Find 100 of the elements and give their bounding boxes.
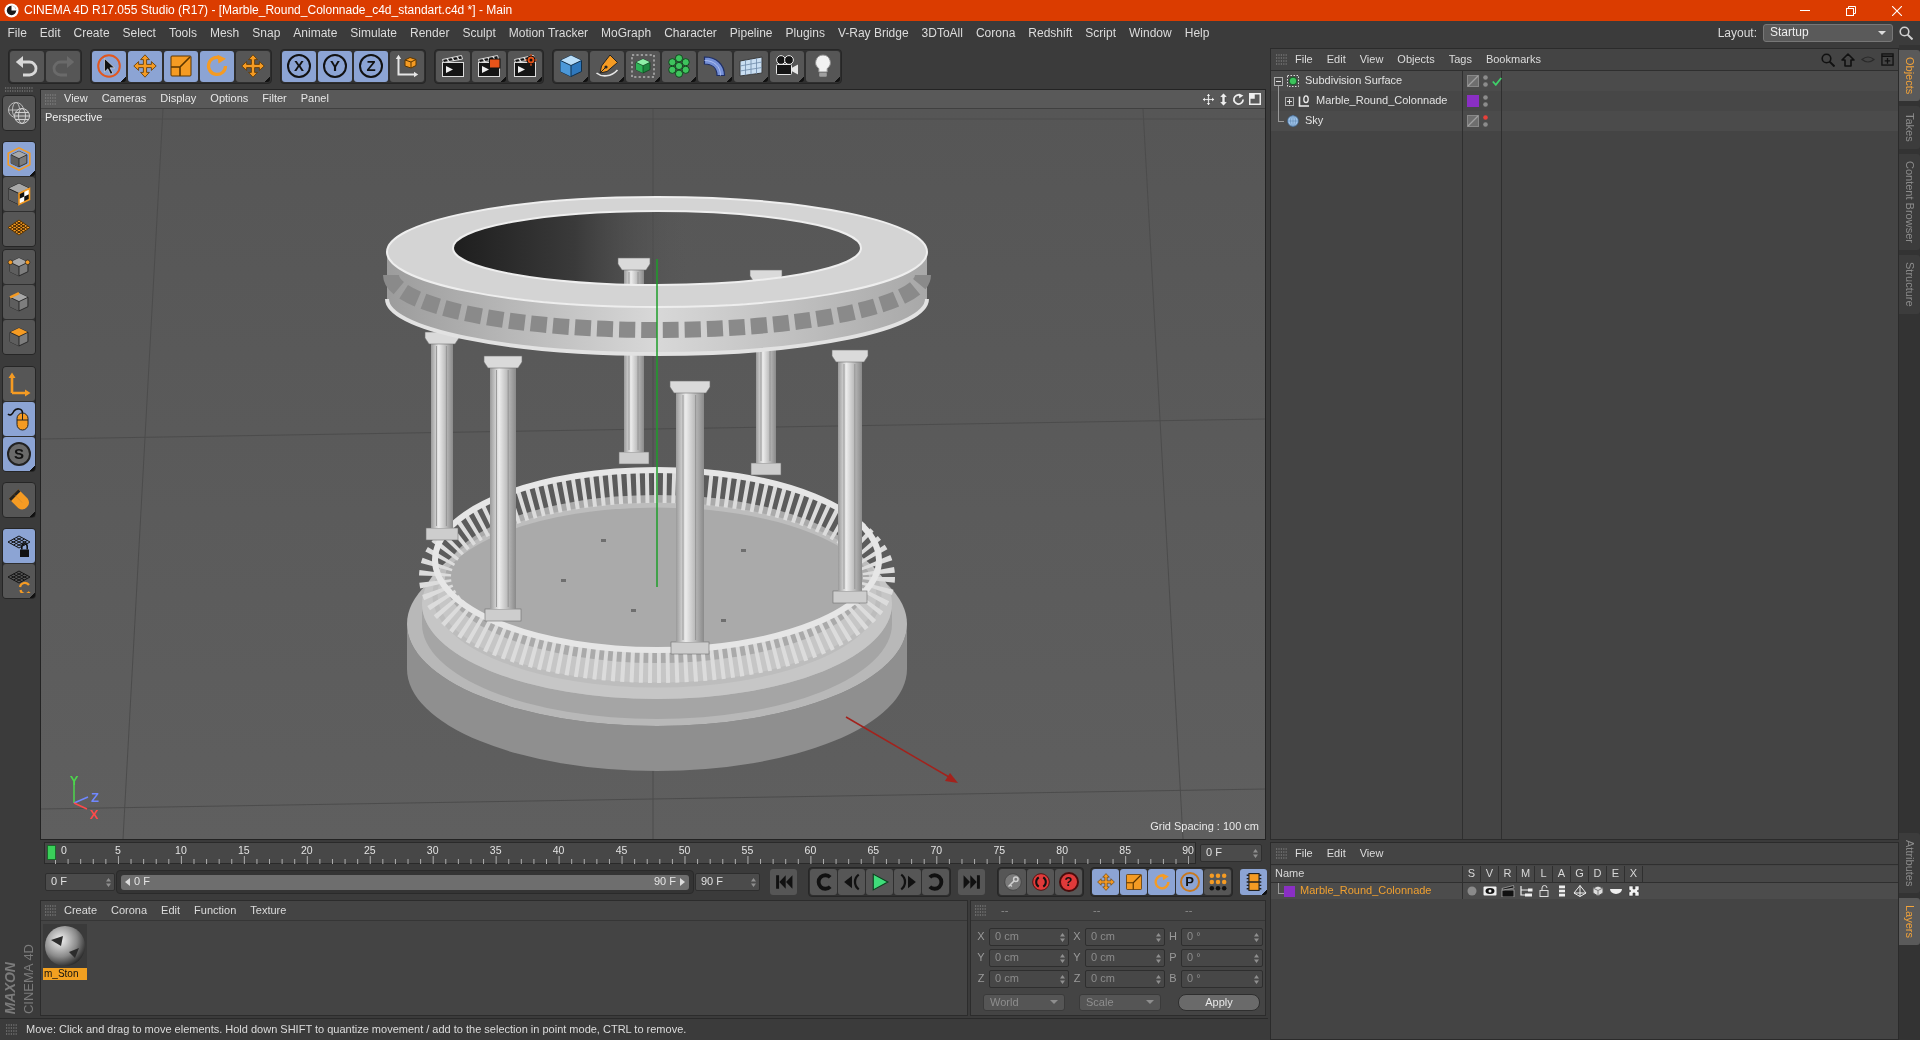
column-header[interactable]: E bbox=[1607, 866, 1625, 882]
cloner-button[interactable] bbox=[662, 50, 696, 82]
plus-box-icon[interactable] bbox=[1285, 96, 1294, 106]
menu-item[interactable]: Texture bbox=[243, 903, 294, 918]
menu-item[interactable]: View bbox=[1352, 52, 1391, 67]
dot-pair-icon[interactable] bbox=[1483, 95, 1488, 107]
menu-item[interactable]: Character bbox=[657, 25, 724, 41]
grip-icon[interactable] bbox=[1276, 848, 1288, 859]
previous-frame-button[interactable] bbox=[838, 869, 865, 895]
cube-icon[interactable] bbox=[1590, 885, 1605, 897]
scale-button[interactable] bbox=[164, 50, 198, 82]
left-triangle-icon[interactable] bbox=[125, 878, 130, 886]
right-triangle-icon[interactable] bbox=[680, 878, 685, 886]
menu-item[interactable]: Panel bbox=[293, 92, 336, 106]
undo-button[interactable] bbox=[10, 50, 44, 82]
menu-item[interactable]: File bbox=[1, 25, 34, 41]
column-header[interactable]: S bbox=[1463, 866, 1481, 882]
grip-icon[interactable] bbox=[6, 1024, 18, 1035]
layer-swatch-icon[interactable] bbox=[1284, 885, 1295, 897]
pan-arrows-icon[interactable] bbox=[1202, 92, 1215, 106]
menu-item[interactable]: MoGraph bbox=[594, 25, 658, 41]
menu-item[interactable]: Pipeline bbox=[723, 25, 780, 41]
menu-item[interactable]: Edit bbox=[1319, 52, 1353, 67]
search-icon[interactable] bbox=[1899, 26, 1913, 40]
object-name[interactable]: Marble_Round_Colonnade bbox=[1316, 94, 1448, 108]
menu-item[interactable]: Edit bbox=[1319, 846, 1353, 861]
checkmark-icon[interactable] bbox=[1492, 76, 1502, 86]
column-header[interactable]: A bbox=[1553, 866, 1571, 882]
spinner-arrows-icon[interactable] bbox=[1060, 974, 1065, 984]
bend-button[interactable] bbox=[698, 50, 732, 82]
parameter-button[interactable]: P bbox=[1176, 869, 1203, 895]
render-picture-button[interactable] bbox=[472, 50, 506, 82]
grip-icon[interactable] bbox=[975, 905, 987, 916]
go-to-start-button[interactable] bbox=[770, 869, 797, 895]
next-frame-button[interactable] bbox=[894, 869, 921, 895]
transform-button[interactable] bbox=[236, 50, 270, 82]
planar-workplane-button[interactable] bbox=[3, 564, 35, 598]
coordinate-system-button[interactable] bbox=[390, 50, 424, 82]
rotate-button[interactable] bbox=[200, 50, 234, 82]
record-button[interactable] bbox=[1027, 869, 1054, 895]
camera-button[interactable] bbox=[770, 50, 804, 82]
menu-item[interactable]: Help bbox=[1178, 25, 1216, 41]
spinner-arrows-icon[interactable] bbox=[1254, 953, 1259, 963]
menu-item[interactable]: Bookmarks bbox=[1478, 52, 1548, 67]
range-handle[interactable]: 0 F 90 F bbox=[121, 874, 689, 890]
object-name[interactable]: Subdivision Surface bbox=[1305, 74, 1403, 88]
menu-item[interactable]: Animate bbox=[286, 25, 344, 41]
spinner-arrows-icon[interactable] bbox=[1060, 932, 1065, 942]
render-view-button[interactable] bbox=[436, 50, 470, 82]
timeline-ruler[interactable]: 0 5 10 15 20 25 30 35 40 45 50 55 60 65 70 75 80 85 90 bbox=[44, 842, 1196, 864]
column-header[interactable]: V bbox=[1481, 866, 1499, 882]
axis-lock-button[interactable]: Z bbox=[354, 50, 388, 82]
menu-item[interactable]: 3DToAll bbox=[915, 25, 970, 41]
play-button[interactable] bbox=[866, 869, 893, 895]
scale-button[interactable] bbox=[1120, 869, 1147, 895]
menu-item[interactable]: File bbox=[1288, 846, 1320, 861]
object-row[interactable]: Subdivision Surface bbox=[1271, 71, 1898, 91]
texture-button[interactable] bbox=[3, 177, 35, 211]
menu-item[interactable]: Display bbox=[153, 92, 204, 106]
model-button[interactable] bbox=[3, 142, 35, 176]
make-editable-button[interactable] bbox=[2, 95, 36, 131]
pyramid-icon[interactable] bbox=[1572, 885, 1587, 897]
menu-item[interactable]: Sculpt bbox=[455, 25, 503, 41]
menu-item[interactable]: Create bbox=[57, 903, 105, 918]
floor-button[interactable] bbox=[734, 50, 768, 82]
edges-button[interactable] bbox=[3, 285, 35, 319]
dot-pair-icon[interactable] bbox=[1483, 115, 1488, 127]
playhead[interactable] bbox=[47, 845, 56, 860]
menu-item[interactable]: Create bbox=[67, 25, 117, 41]
go-to-end-button[interactable] bbox=[958, 869, 985, 895]
object-name[interactable]: Sky bbox=[1305, 114, 1324, 128]
column-header[interactable]: M bbox=[1517, 866, 1535, 882]
menu-item[interactable]: View bbox=[1352, 846, 1391, 861]
axis-lock-button[interactable]: Y bbox=[318, 50, 352, 82]
workplane-button[interactable] bbox=[3, 212, 35, 246]
column-header[interactable]: X bbox=[1625, 866, 1643, 882]
keyframe-button[interactable] bbox=[999, 869, 1026, 895]
subdivision-button[interactable] bbox=[626, 50, 660, 82]
autokey-button[interactable]: ? bbox=[1055, 869, 1082, 895]
axis-lock-button[interactable]: X bbox=[282, 50, 316, 82]
lock-workplane-button[interactable] bbox=[3, 529, 35, 563]
axis-button[interactable] bbox=[3, 367, 35, 401]
menu-item[interactable]: Render bbox=[403, 25, 456, 41]
eye-icon[interactable] bbox=[1482, 885, 1497, 897]
polygons-button[interactable] bbox=[3, 320, 35, 354]
pen-button[interactable] bbox=[590, 50, 624, 82]
timeline-toggle-button[interactable] bbox=[1240, 869, 1267, 895]
menu-item[interactable]: Motion Tracker bbox=[502, 25, 595, 41]
column-header[interactable]: Name bbox=[1271, 866, 1463, 882]
grip-icon[interactable] bbox=[5, 87, 33, 92]
menu-item[interactable]: Corona bbox=[969, 25, 1022, 41]
end-frame-field[interactable]: 90 F bbox=[695, 873, 760, 891]
menu-item[interactable]: Filter bbox=[255, 92, 294, 106]
menu-item[interactable]: Mesh bbox=[203, 25, 246, 41]
previous-key-button[interactable] bbox=[810, 869, 837, 895]
minus-box-icon[interactable] bbox=[1274, 76, 1283, 86]
cube-button[interactable] bbox=[554, 50, 588, 82]
material-preview[interactable] bbox=[43, 924, 87, 968]
apply-button[interactable]: Apply bbox=[1178, 993, 1260, 1011]
solo-button[interactable]: S bbox=[3, 437, 35, 471]
